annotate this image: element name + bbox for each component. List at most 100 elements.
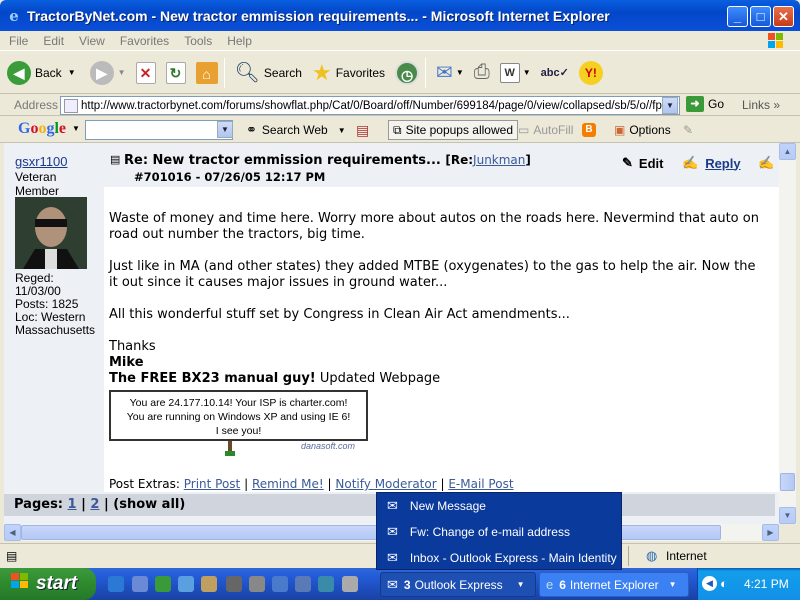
blogger-button[interactable]: B <box>582 120 596 140</box>
google-logo[interactable]: Google <box>18 120 66 138</box>
chevron-down-icon[interactable]: ▼ <box>338 126 346 135</box>
system-tray: ◀ ◐ 4:21 PM <box>697 568 800 600</box>
search-web-button[interactable]: ⚭ Search Web ▼ <box>246 120 346 140</box>
sign-line: You are running on Windows XP and using … <box>126 411 351 423</box>
search-quicklaunch-icon[interactable] <box>178 576 194 592</box>
chevron-down-icon[interactable]: ▼ <box>68 68 76 77</box>
menu-item-new-message[interactable]: ✉ New Message <box>377 493 621 519</box>
menu-help[interactable]: Help <box>227 34 252 48</box>
menu-favorites[interactable]: Favorites <box>120 34 169 48</box>
edit-button[interactable]: ✎ Edit <box>622 155 663 171</box>
windows-flag-icon <box>10 572 30 596</box>
scroll-thumb[interactable] <box>780 473 795 491</box>
spellcheck-button[interactable]: abc✓ <box>538 56 572 90</box>
print-button[interactable]: ⎙ <box>471 56 493 90</box>
window-title: TractorByNet.com - New tractor emmission… <box>27 7 610 24</box>
menu-item-fw-change-email[interactable]: ✉ Fw: Change of e-mail address <box>377 519 621 545</box>
chevron-down-icon[interactable]: ▼ <box>523 68 531 77</box>
chevron-down-icon[interactable]: ▼ <box>72 124 80 133</box>
quicklaunch-icon[interactable] <box>318 576 334 592</box>
outlook-express-task[interactable]: ✉ 3 Outlook Express ▼ <box>380 572 536 597</box>
new-message-icon: ✉ <box>387 498 398 513</box>
notify-moderator-link[interactable]: Notify Moderator <box>335 477 436 491</box>
edit-button[interactable]: W ▼ <box>497 56 534 90</box>
show-hidden-icons-button[interactable]: ◀ <box>702 576 717 591</box>
address-dropdown-button[interactable]: ▼ <box>662 97 678 114</box>
scroll-up-button[interactable]: ▲ <box>779 143 796 160</box>
go-button[interactable]: ➜ Go <box>686 96 724 112</box>
search-button[interactable]: 🔍︎ Search <box>232 56 305 90</box>
maximize-button[interactable]: □ <box>750 6 771 27</box>
scroll-right-button[interactable]: ▶ <box>762 524 779 541</box>
chevron-down-icon: ▼ <box>668 580 677 589</box>
show-all-link[interactable]: (show all) <box>113 497 185 512</box>
sign-line: I see you! <box>215 425 262 437</box>
close-button[interactable]: ✕ <box>773 6 794 27</box>
internet-explorer-task[interactable]: e 6 Internet Explorer ▼ <box>539 572 689 597</box>
post-subject: Re: New tractor emmission requirements..… <box>124 153 531 168</box>
history-button[interactable]: ◷ <box>392 56 422 90</box>
page-1-link[interactable]: 1 <box>68 497 77 512</box>
links-button[interactable]: Links » <box>742 98 780 112</box>
chevron-down-icon[interactable]: ▼ <box>456 68 464 77</box>
speaker-icon[interactable]: ◐ <box>720 576 728 591</box>
quicklaunch-icon[interactable] <box>272 576 288 592</box>
clock[interactable]: 4:21 PM <box>744 577 789 591</box>
vertical-scrollbar[interactable]: ▲ ▼ <box>779 143 796 524</box>
menu-item-inbox[interactable]: ✉ Inbox - Outlook Express - Main Identit… <box>377 545 621 571</box>
refresh-button[interactable]: ↻ <box>163 56 189 90</box>
menu-item-label: Fw: Change of e-mail address <box>409 525 570 539</box>
scroll-down-button[interactable]: ▼ <box>779 507 796 524</box>
favorites-button[interactable]: ★ Favorites <box>309 56 388 90</box>
re-user-link[interactable]: Junkman <box>473 153 525 167</box>
print-post-link[interactable]: Print Post <box>184 477 241 491</box>
standard-toolbar: ◀ Back ▼ ▶ ▼ ✕ ↻ ⌂ 🔍︎ Search ★ Favorites… <box>0 52 800 94</box>
autofill-label: AutoFill <box>533 123 574 137</box>
start-button[interactable]: start <box>0 568 96 600</box>
stop-button[interactable]: ✕ <box>133 56 159 90</box>
remind-me-link[interactable]: Remind Me! <box>252 477 324 491</box>
menu-file[interactable]: File <box>9 34 28 48</box>
quicklaunch-icon[interactable] <box>132 576 148 592</box>
options-button[interactable]: ▣ Options <box>614 120 671 140</box>
scroll-left-button[interactable]: ◀ <box>4 524 21 541</box>
google-search-dropdown[interactable]: ▼ <box>217 121 233 138</box>
autofill-button[interactable]: ▭ AutoFill <box>518 120 573 140</box>
sign-grass <box>225 451 235 456</box>
username-link[interactable]: gsxr1100 <box>15 154 68 169</box>
news-button[interactable]: ▤ <box>356 120 369 140</box>
ie-quicklaunch-icon[interactable] <box>108 576 124 592</box>
home-button[interactable]: ⌂ <box>193 56 221 90</box>
menu-edit[interactable]: Edit <box>43 34 64 48</box>
title-bar[interactable]: e TractorByNet.com - New tractor emmissi… <box>0 0 800 31</box>
quote-reply-icon[interactable]: ✍ <box>758 155 774 171</box>
email-post-link[interactable]: E-Mail Post <box>448 477 513 491</box>
forward-button[interactable]: ▶ ▼ <box>87 56 129 90</box>
popup-blocker-button[interactable]: ⧉ Site popups allowed <box>388 120 518 140</box>
menu-view[interactable]: View <box>79 34 105 48</box>
quicklaunch-icon[interactable] <box>226 576 242 592</box>
mail-button[interactable]: ✉ ▼ <box>433 56 467 90</box>
reply-button[interactable]: ✍ Reply <box>682 155 741 171</box>
menu-tools[interactable]: Tools <box>184 34 212 48</box>
body-line: it out since it causes major issues in g… <box>109 275 448 290</box>
menu-bar: File Edit View Favorites Tools Help <box>0 31 800 51</box>
sign-line: You are 24.177.10.14! Your ISP is charte… <box>129 397 348 409</box>
back-button[interactable]: ◀ Back ▼ <box>4 56 79 90</box>
google-search-input[interactable] <box>85 120 233 140</box>
quicklaunch-icon[interactable] <box>155 576 171 592</box>
quicklaunch-icon[interactable] <box>249 576 265 592</box>
quicklaunch-icon[interactable] <box>295 576 311 592</box>
highlight-button[interactable]: ✎ <box>683 120 693 140</box>
messenger-button[interactable]: Y! <box>576 56 606 90</box>
quicklaunch-icon[interactable] <box>342 576 358 592</box>
minimize-button[interactable]: _ <box>727 6 748 27</box>
spellcheck-icon: abc✓ <box>540 67 569 79</box>
quicklaunch-icon[interactable] <box>201 576 217 592</box>
chevron-down-icon[interactable]: ▼ <box>118 68 126 77</box>
signature-image: You are 24.177.10.14! Your ISP is charte… <box>109 390 368 441</box>
ie-label: Internet Explorer <box>569 577 659 592</box>
start-label: start <box>36 573 78 594</box>
address-input[interactable]: http://www.tractorbynet.com/forums/showf… <box>60 96 680 115</box>
page-2-link[interactable]: 2 <box>90 497 99 512</box>
